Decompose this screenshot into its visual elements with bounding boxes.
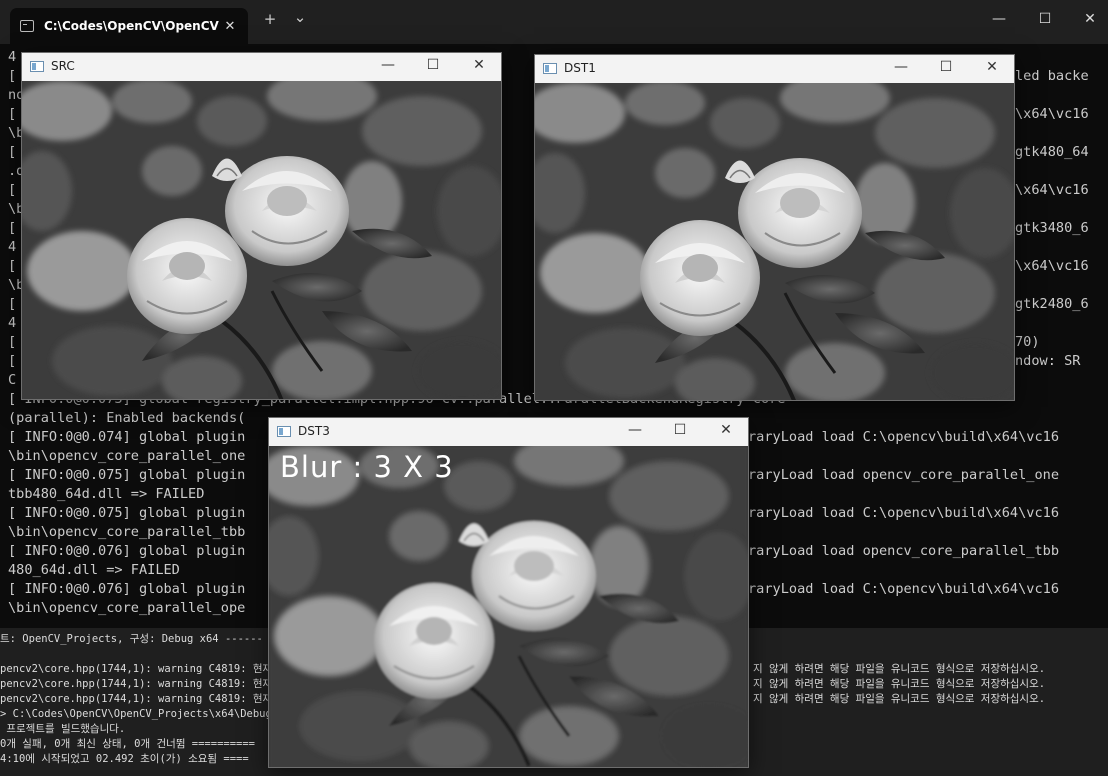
- terminal-tab[interactable]: C:\Codes\OpenCV\OpenCV ✕: [10, 8, 248, 44]
- src-minimize-button[interactable]: —: [375, 57, 401, 73]
- output-line: 0개 실패, 0개 최신 상태, 0개 건너뜀 ==========: [0, 738, 255, 750]
- opencv-window-icon: [543, 63, 557, 74]
- rose-image: [22, 81, 501, 399]
- terminal-close-button[interactable]: ✕: [1075, 11, 1105, 27]
- output-line: pencv2\core.hpp(1744,1): warning C4819: …: [0, 693, 273, 705]
- terminal-icon: [20, 20, 34, 32]
- dst3-image: Blur : 3 X 3: [269, 446, 748, 767]
- output-line: 4:10에 시작되었고 02.492 초이(가) 소요됨 ====: [0, 753, 249, 765]
- dst1-window[interactable]: DST1 — ☐ ✕: [534, 54, 1015, 401]
- dst1-close-button[interactable]: ✕: [979, 59, 1005, 75]
- terminal-minimize-button[interactable]: —: [984, 11, 1014, 27]
- new-tab-button[interactable]: +: [259, 10, 281, 28]
- dst3-titlebar[interactable]: DST3 — ☐ ✕: [269, 418, 748, 446]
- output-line-right: 지 않게 하려면 해당 파일을 유니코드 형식으로 저장하십시오.: [753, 693, 1046, 705]
- rose-image: [535, 83, 1014, 400]
- output-line: pencv2\core.hpp(1744,1): warning C4819: …: [0, 678, 273, 690]
- dst3-maximize-button[interactable]: ☐: [667, 422, 693, 438]
- dst3-close-button[interactable]: ✕: [713, 422, 739, 438]
- dst3-minimize-button[interactable]: —: [622, 422, 648, 438]
- src-image: [22, 81, 501, 399]
- src-title: SRC: [51, 59, 75, 73]
- dst1-title: DST1: [564, 61, 596, 75]
- rose-image-blurred: [269, 446, 748, 767]
- output-line: pencv2\core.hpp(1744,1): warning C4819: …: [0, 663, 273, 675]
- terminal-titlebar: C:\Codes\OpenCV\OpenCV ✕ + ⌄ — ☐ ✕: [0, 0, 1108, 44]
- output-line: 프로젝트를 빌드했습니다.: [0, 723, 126, 735]
- dst3-window[interactable]: DST3 — ☐ ✕ Blur : 3 X 3: [268, 417, 749, 768]
- terminal-maximize-button[interactable]: ☐: [1030, 11, 1060, 27]
- dst1-image: [535, 83, 1014, 400]
- output-line: 트: OpenCV_Projects, 구성: Debug x64 ------: [0, 633, 263, 645]
- dst3-title: DST3: [298, 424, 330, 438]
- dst1-maximize-button[interactable]: ☐: [933, 59, 959, 75]
- dst1-titlebar[interactable]: DST1 — ☐ ✕: [535, 55, 1014, 83]
- blur-overlay-text: Blur : 3 X 3: [280, 450, 454, 484]
- src-window[interactable]: SRC — ☐ ✕: [21, 52, 502, 400]
- opencv-window-icon: [30, 61, 44, 72]
- dst1-minimize-button[interactable]: —: [888, 59, 914, 75]
- tab-dropdown-icon[interactable]: ⌄: [289, 8, 311, 26]
- opencv-window-icon: [277, 426, 291, 437]
- output-line: > C:\Codes\OpenCV\OpenCV_Projects\x64\De…: [0, 708, 285, 720]
- output-line-right: 지 않게 하려면 해당 파일을 유니코드 형식으로 저장하십시오.: [753, 678, 1046, 690]
- output-line-right: 지 않게 하려면 해당 파일을 유니코드 형식으로 저장하십시오.: [753, 663, 1046, 675]
- src-titlebar[interactable]: SRC — ☐ ✕: [22, 53, 501, 81]
- tab-title: C:\Codes\OpenCV\OpenCV: [44, 19, 219, 33]
- tab-close-icon[interactable]: ✕: [222, 19, 238, 34]
- src-maximize-button[interactable]: ☐: [420, 57, 446, 73]
- src-close-button[interactable]: ✕: [466, 57, 492, 73]
